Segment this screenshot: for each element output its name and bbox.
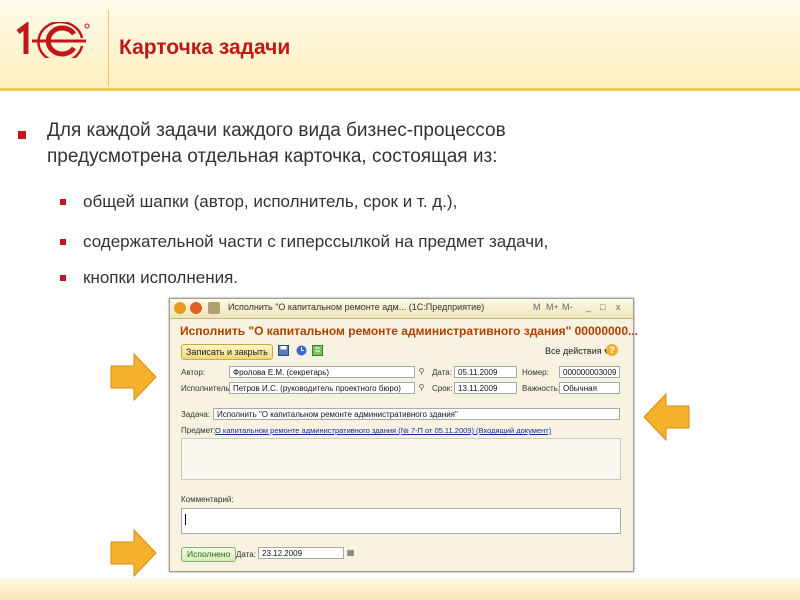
sub-bullet-icon — [60, 239, 66, 245]
save-icon[interactable] — [278, 345, 289, 356]
text-cursor — [185, 514, 186, 525]
executor-field[interactable]: Петров И.С. (руководитель проектного бюр… — [229, 382, 415, 394]
save-close-button[interactable]: Записать и закрыть — [181, 344, 273, 360]
number-field[interactable]: 000000003009 — [559, 366, 620, 378]
sub-bullet-1: общей шапки (автор, исполнитель, срок и … — [83, 192, 458, 211]
main-bullet-line-2: предусмотрена отдельная карточка, состоя… — [47, 146, 498, 167]
search-icon[interactable]: ⚲ — [416, 366, 427, 378]
author-label: Автор: — [181, 368, 206, 377]
header-rule — [0, 88, 800, 91]
close-button[interactable]: x — [616, 302, 621, 312]
structure-icon[interactable] — [312, 345, 323, 356]
1c-logo-icon — [16, 22, 90, 58]
importance-field[interactable]: Обычная — [559, 382, 620, 394]
main-bullet-line-1: Для каждой задачи каждого вида бизнес-пр… — [47, 120, 506, 141]
sub-bullet-2: содержательной части с гиперссылкой на п… — [83, 232, 549, 251]
all-actions-menu[interactable]: Все действия ▾ — [545, 346, 609, 357]
task-label: Задача: — [181, 410, 211, 419]
footer-date-label: Дата: — [236, 550, 256, 559]
window-titlebar: Исполнить "О капитальном ремонте адм... … — [170, 299, 633, 319]
sub-bullet-icon — [60, 199, 66, 205]
task-form-window: Исполнить "О капитальном ремонте адм... … — [169, 298, 638, 572]
subject-label: Предмет: — [181, 426, 216, 435]
bottom-band — [0, 578, 800, 600]
footer-date-field[interactable]: 23.12.2009 — [258, 547, 344, 559]
window-title: Исполнить "О капитальном ремонте адм... … — [228, 302, 485, 312]
importance-label: Важность: — [522, 384, 561, 393]
executor-label: Исполнитель: — [181, 384, 232, 393]
form-title: Исполнить "О капитальном ремонте админис… — [180, 324, 639, 338]
help-icon[interactable]: ? — [606, 344, 618, 356]
search-icon[interactable]: ⚲ — [416, 382, 427, 394]
calendar-icon[interactable]: ▦ — [345, 547, 356, 559]
task-field[interactable]: Исполнить "О капитальном ремонте админис… — [213, 408, 620, 420]
done-button[interactable]: Исполнено — [181, 547, 237, 562]
slide-title: Карточка задачи — [119, 36, 291, 59]
deadline-field[interactable]: 13.11.2009 — [454, 382, 517, 394]
date-label: Дата: — [432, 368, 452, 377]
arrow-right-icon — [110, 352, 157, 402]
header-divider — [108, 10, 109, 86]
subject-link[interactable]: О капитальном ремонте административного … — [215, 426, 551, 435]
content-area — [181, 438, 621, 480]
clock-icon[interactable] — [296, 345, 307, 356]
sub-bullet-3: кнопки исполнения. — [83, 268, 239, 287]
back-icon[interactable] — [174, 302, 186, 314]
minimize-button[interactable]: _ — [586, 302, 591, 312]
main-bullet-text: Для каждой задачи каждого вида бизнес-пр… — [47, 118, 800, 170]
date-field[interactable]: 05.11.2009 — [454, 366, 517, 378]
maximize-button[interactable]: □ — [600, 302, 605, 312]
memory-plus-button[interactable]: M+ — [546, 302, 559, 312]
sub-bullet-icon — [60, 275, 66, 281]
arrow-left-icon — [643, 392, 690, 442]
star-icon[interactable] — [208, 302, 220, 314]
number-label: Номер: — [522, 368, 549, 377]
memory-minus-button[interactable]: M- — [562, 302, 573, 312]
bullet-square-icon — [18, 131, 26, 139]
author-field[interactable]: Фролова Е.М. (секретарь) — [229, 366, 415, 378]
arrow-right-icon — [110, 528, 157, 578]
menu-icon[interactable] — [190, 302, 202, 314]
deadline-label: Срок: — [432, 384, 453, 393]
memory-button[interactable]: M — [533, 302, 541, 312]
comment-field[interactable] — [181, 508, 621, 534]
slide-header: Карточка задачи — [0, 0, 800, 88]
comment-label: Комментарий: — [181, 495, 234, 504]
